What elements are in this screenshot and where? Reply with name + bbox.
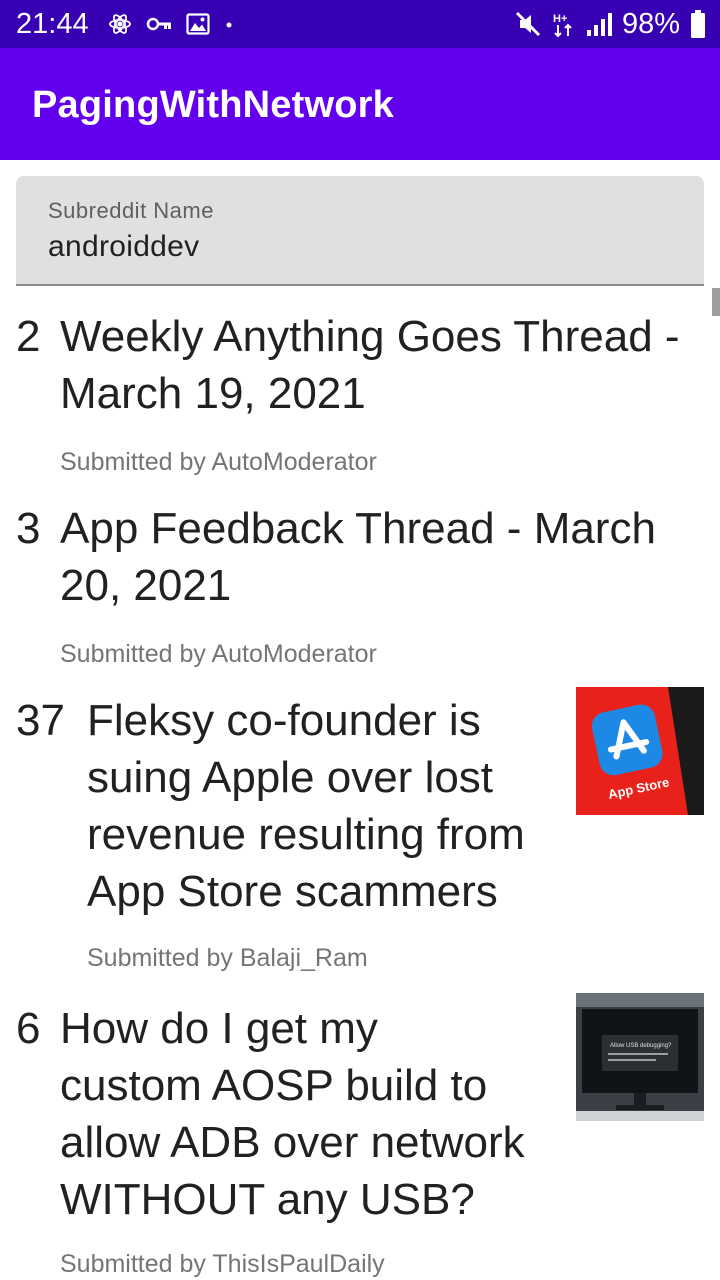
battery-icon [691,10,705,38]
post-title-line: revenue resulting from [87,810,525,859]
post-score: 37 [16,696,65,745]
post-title: Fleksy co-founder is suing Apple over lo… [87,692,525,920]
post-score: 2 [16,312,41,361]
post-title-line: March 19, 2021 [60,369,366,418]
status-system-icons: H+ 98% [514,8,706,40]
subreddit-name-input[interactable]: androiddev [48,230,199,264]
post-item[interactable]: 6 How do I get my custom AOSP build to a… [0,993,720,1280]
post-score: 3 [16,504,41,553]
post-title-line: WITHOUT any USB? [60,1175,475,1224]
post-list[interactable]: 2 Weekly Anything Goes Thread - March 19… [0,288,720,1280]
post-author: Submitted by AutoModerator [60,448,377,476]
post-author: Submitted by Balaji_Ram [87,944,368,972]
post-title: How do I get my custom AOSP build to all… [60,1000,525,1228]
post-title-line: App Feedback Thread - March [60,504,656,553]
status-notification-icons [108,10,234,38]
dot-icon [226,22,232,28]
post-author: Submitted by ThisIsPaulDaily [60,1250,385,1278]
image-icon [186,13,210,35]
post-item[interactable]: 3 App Feedback Thread - March 20, 2021 S… [0,500,720,672]
mute-icon [515,11,541,37]
atom-icon [109,14,131,34]
post-author: Submitted by AutoModerator [60,640,377,668]
post-title-line: App Store scammers [87,867,498,916]
monitor-thumbnail-image: Allow USB debugging? [576,993,704,1121]
subreddit-name-field[interactable]: Subreddit Name androiddev [16,176,704,286]
post-thumbnail[interactable]: App Store [576,687,704,815]
post-item[interactable]: 2 Weekly Anything Goes Thread - March 19… [0,308,720,480]
post-title: Weekly Anything Goes Thread - March 19, … [60,308,680,422]
battery-percent: 98% [621,7,680,40]
thumbnail-caption: Allow USB debugging? [610,1043,672,1049]
post-title: App Feedback Thread - March 20, 2021 [60,500,656,614]
signal-icon [586,13,612,36]
app-title: PagingWithNetwork [32,84,394,126]
post-title-line: How do I get my [60,1004,378,1053]
post-title-line: Weekly Anything Goes Thread - [60,312,680,361]
post-title-line: custom AOSP build to [60,1061,488,1110]
subreddit-name-label: Subreddit Name [48,198,214,223]
post-thumbnail[interactable]: Allow USB debugging? [576,993,704,1121]
post-title-line: suing Apple over lost [87,753,494,802]
post-item[interactable]: 37 Fleksy co-founder is suing Apple over… [0,687,720,982]
post-title-line: 20, 2021 [60,561,232,610]
status-bar: 21:44 H+ 98% [0,0,720,48]
key-icon [146,17,171,31]
status-time: 21:44 [16,8,89,40]
post-title-line: allow ADB over network [60,1118,525,1167]
app-store-thumbnail-image: App Store [576,687,704,815]
post-title-line: Fleksy co-founder is [87,696,481,745]
data-arrows-icon: H+ [553,13,572,38]
post-score: 6 [16,1004,41,1053]
app-bar: PagingWithNetwork [0,48,720,160]
svg-text:H+: H+ [553,13,567,25]
